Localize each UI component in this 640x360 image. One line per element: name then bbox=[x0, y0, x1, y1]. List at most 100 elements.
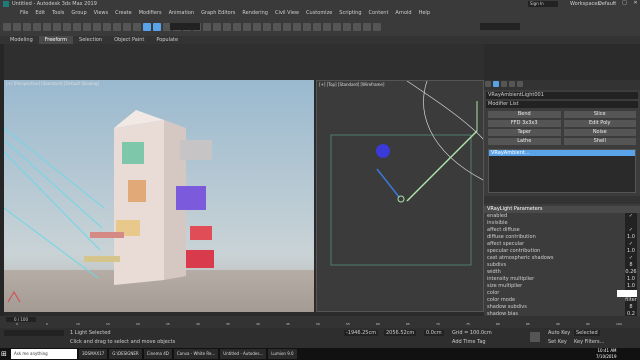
hierarchy-tab-icon[interactable] bbox=[501, 81, 507, 87]
ribbon-tab-freeform[interactable]: Freeform bbox=[38, 36, 74, 44]
toolbar-tool-icon[interactable] bbox=[283, 23, 291, 31]
toolbar-tool-icon[interactable] bbox=[253, 23, 261, 31]
menu-item-rendering[interactable]: Rendering bbox=[242, 9, 268, 18]
menu-item-help[interactable]: Help bbox=[419, 9, 430, 18]
menu-item-views[interactable]: Views bbox=[94, 9, 108, 18]
toolbar-tool-icon[interactable] bbox=[213, 23, 221, 31]
create-tab-icon[interactable] bbox=[485, 81, 491, 87]
modifier-button-edit-poly[interactable]: Edit Poly bbox=[563, 120, 636, 127]
menu-item-edit[interactable]: Edit bbox=[35, 9, 45, 18]
taskbar-app[interactable]: Canva - White Re... bbox=[173, 349, 219, 359]
menu-item-animation[interactable]: Animation bbox=[169, 9, 195, 18]
taskbar-app[interactable]: Untitled - Autodes... bbox=[220, 349, 267, 359]
toolbar-tool-icon[interactable] bbox=[113, 23, 121, 31]
param-value[interactable]: ✓ bbox=[625, 227, 637, 234]
taskbar-app[interactable]: 3DSMAX17 bbox=[79, 349, 108, 359]
top-viewport-label[interactable]: [+] [Top] [Standard] [Wireframe] bbox=[319, 82, 384, 87]
sign-in-field[interactable]: Sign In bbox=[528, 1, 558, 7]
param-value[interactable]: 1.0 bbox=[625, 248, 637, 255]
toolbar-tool-icon[interactable] bbox=[63, 23, 71, 31]
menu-item-content[interactable]: Content bbox=[369, 9, 389, 18]
set-key-icon[interactable] bbox=[530, 332, 540, 342]
param-value[interactable]: 1.0 bbox=[625, 283, 637, 290]
param-value[interactable] bbox=[625, 220, 637, 227]
param-value[interactable]: 1.0 bbox=[625, 234, 637, 241]
param-value[interactable]: ✓ bbox=[625, 213, 637, 220]
menu-item-arnold[interactable]: Arnold bbox=[395, 9, 411, 18]
toolbar-tool-icon[interactable] bbox=[233, 23, 241, 31]
toolbar-tool-icon[interactable] bbox=[103, 23, 111, 31]
set-key-button[interactable]: Set Key bbox=[548, 339, 567, 345]
close-icon[interactable]: ✕ bbox=[633, 0, 637, 6]
key-filters-button[interactable]: Key Filters... bbox=[574, 339, 604, 345]
minimize-icon[interactable]: – bbox=[613, 0, 616, 6]
modifier-button-ffd-3x3x3[interactable]: FFD 3x3x3 bbox=[488, 120, 561, 127]
param-value[interactable]: 0.26 bbox=[625, 269, 637, 276]
menu-item-group[interactable]: Group bbox=[71, 9, 86, 18]
object-name-field[interactable]: VRayAmbientLight001 bbox=[486, 92, 638, 99]
menu-item-file[interactable]: File bbox=[20, 9, 28, 18]
toolbar-tool-icon[interactable] bbox=[73, 23, 81, 31]
menu-item-scripting[interactable]: Scripting bbox=[339, 9, 361, 18]
y-coordinate-field[interactable]: 2056.52cm bbox=[384, 330, 417, 336]
toolbar-tool-icon[interactable] bbox=[353, 23, 361, 31]
maxscript-listener[interactable] bbox=[4, 330, 64, 336]
top-viewport[interactable]: [+] [Top] [Standard] [Wireframe] bbox=[316, 80, 484, 312]
maximize-icon[interactable]: □ bbox=[622, 0, 627, 6]
toolbar-tool-icon[interactable] bbox=[3, 23, 11, 31]
perspective-viewport-label[interactable]: [+] [Perspective] [Standard] [Default Sh… bbox=[6, 81, 99, 86]
toolbar-tool-icon[interactable] bbox=[33, 23, 41, 31]
menu-item-graph-editors[interactable]: Graph Editors bbox=[201, 9, 235, 18]
window-controls[interactable]: – □ ✕ bbox=[612, 0, 640, 9]
toolbar-tool-icon[interactable] bbox=[373, 23, 381, 31]
param-value[interactable]: ✓ bbox=[625, 241, 637, 248]
toolbar-tool-icon[interactable] bbox=[83, 23, 91, 31]
toolbar-tool-icon[interactable] bbox=[133, 23, 141, 31]
taskbar-app[interactable]: Cinema 4D bbox=[143, 349, 172, 359]
menu-item-customize[interactable]: Customize bbox=[306, 9, 332, 18]
toolbar-tool-icon[interactable] bbox=[53, 23, 61, 31]
param-value[interactable]: filter bbox=[625, 297, 637, 304]
perspective-viewport[interactable]: [+] [Perspective] [Standard] [Default Sh… bbox=[4, 80, 314, 312]
toolbar-tool-icon[interactable] bbox=[153, 23, 161, 31]
toolbar-tool-icon[interactable] bbox=[293, 23, 301, 31]
modifier-button-taper[interactable]: Taper bbox=[488, 129, 561, 136]
ribbon-tab-modeling[interactable]: Modeling bbox=[4, 36, 39, 44]
toolbar-tool-icon[interactable] bbox=[273, 23, 281, 31]
display-tab-icon[interactable] bbox=[517, 81, 523, 87]
menu-item-tools[interactable]: Tools bbox=[52, 9, 64, 18]
search-box[interactable]: Ask me anything bbox=[11, 349, 77, 359]
modifier-button-lathe[interactable]: Lathe bbox=[488, 138, 561, 145]
taskbar-app[interactable]: G:\DESIGNER bbox=[109, 349, 142, 359]
toolbar-tool-icon[interactable] bbox=[303, 23, 311, 31]
toolbar-tool-icon[interactable] bbox=[13, 23, 21, 31]
toolbar-tool-icon[interactable] bbox=[123, 23, 131, 31]
toolbar-tool-icon[interactable] bbox=[243, 23, 251, 31]
param-value[interactable]: ✓ bbox=[625, 255, 637, 262]
toolbar-tool-icon[interactable] bbox=[323, 23, 331, 31]
toolbar-tool-icon[interactable] bbox=[363, 23, 371, 31]
modifier-button-shell[interactable]: Shell bbox=[563, 138, 636, 145]
menu-item-civil-view[interactable]: Civil View bbox=[275, 9, 299, 18]
ribbon-tab-populate[interactable]: Populate bbox=[150, 36, 184, 44]
z-coordinate-field[interactable]: 0.0cm bbox=[424, 330, 444, 336]
param-value[interactable]: 8 bbox=[625, 262, 637, 269]
selection-filter-dropdown[interactable] bbox=[170, 23, 200, 30]
project-path-dropdown[interactable] bbox=[480, 23, 520, 30]
menu-item-modifiers[interactable]: Modifiers bbox=[139, 9, 162, 18]
toolbar-tool-icon[interactable] bbox=[343, 23, 351, 31]
x-coordinate-field[interactable]: -1946.25cm bbox=[344, 330, 379, 336]
toolbar-tool-icon[interactable] bbox=[203, 23, 211, 31]
toolbar-tool-icon[interactable] bbox=[263, 23, 271, 31]
toolbar-tool-icon[interactable] bbox=[43, 23, 51, 31]
modifier-list-dropdown[interactable]: Modifier List bbox=[486, 101, 638, 108]
toolbar-tool-icon[interactable] bbox=[333, 23, 341, 31]
toolbar-tool-icon[interactable] bbox=[23, 23, 31, 31]
toolbar-tool-icon[interactable] bbox=[313, 23, 321, 31]
toolbar-tool-icon[interactable] bbox=[143, 23, 151, 31]
modifier-button-noise[interactable]: Noise bbox=[563, 129, 636, 136]
menu-item-create[interactable]: Create bbox=[115, 9, 132, 18]
modify-tab-icon[interactable] bbox=[493, 81, 499, 87]
ribbon-tab-selection[interactable]: Selection bbox=[73, 36, 108, 44]
param-value[interactable]: 8 bbox=[625, 304, 637, 311]
